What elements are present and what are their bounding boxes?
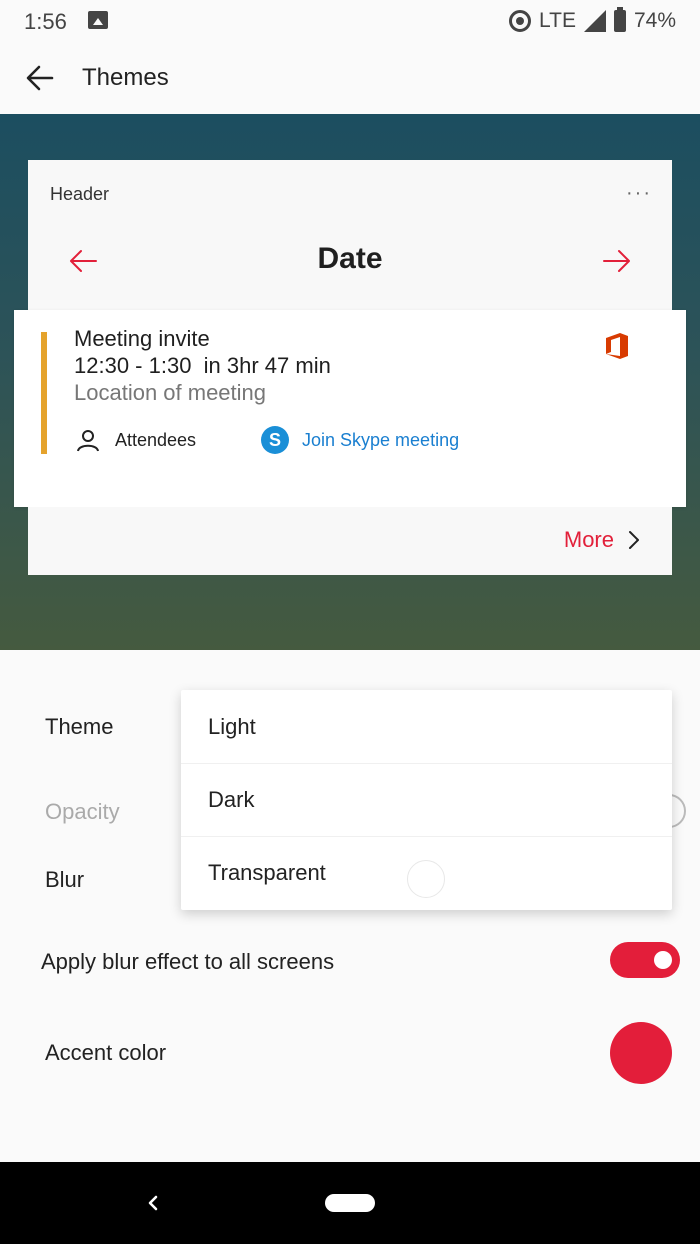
toggle-knob [654,951,672,969]
apply-blur-label: Apply blur effect to all screens [41,949,335,974]
theme-dropdown: Light Dark Transparent [181,690,672,910]
arrow-left-icon[interactable] [24,62,56,94]
battery-percent: 74% [633,9,676,32]
status-icons: LTE 74% [509,7,676,34]
skype-icon: S [261,426,289,454]
theme-preview: Header ··· Date Meeting invite 12:30 - 1… [0,114,700,650]
more-label: More [563,527,614,552]
status-bar: 1:56 LTE 74% [0,0,700,42]
hotspot-icon [509,10,531,32]
signal-icon [583,10,606,32]
person-icon [77,430,99,452]
next-day-icon [603,250,630,272]
touch-ripple [407,860,445,898]
event-location: Location of meeting [74,380,267,405]
battery-icon [613,7,626,32]
join-skype-link: Join Skype meeting [302,430,460,450]
opacity-setting-label: Opacity [45,799,120,824]
accent-color-label: Accent color [45,1040,167,1065]
image-icon [88,11,108,29]
system-nav-bar [0,1162,700,1244]
theme-option-light[interactable]: Light [181,690,672,763]
event-title: Meeting invite [74,326,210,351]
blur-setting-label[interactable]: Blur [45,867,84,893]
app-bar: Themes [0,42,700,114]
status-time: 1:56 [24,9,67,34]
theme-option-dark[interactable]: Dark [181,763,672,836]
apply-blur-toggle[interactable] [610,942,680,978]
date-label: Date [317,242,383,275]
event-color-bar [41,332,47,454]
office-icon [606,333,628,359]
back-icon[interactable] [145,1192,163,1214]
event-card: Meeting invite 12:30 - 1:30 in 3hr 47 mi… [14,310,686,507]
home-pill-icon[interactable] [325,1194,375,1212]
accent-color-swatch[interactable] [610,1022,672,1084]
agenda-card-footer: More [28,507,672,575]
card-header-label: Header [50,184,110,204]
more-options-icon: ··· [626,182,652,204]
agenda-card-header: Header ··· Date [28,160,672,310]
chevron-right-icon [629,531,639,549]
more-link: More [564,527,640,553]
attendees-label: Attendees [115,430,197,450]
page-title: Themes [82,64,169,91]
event-time: 12:30 - 1:30 in 3hr 47 min [74,353,331,378]
theme-setting-label[interactable]: Theme [45,714,113,740]
network-label: LTE [539,9,576,32]
